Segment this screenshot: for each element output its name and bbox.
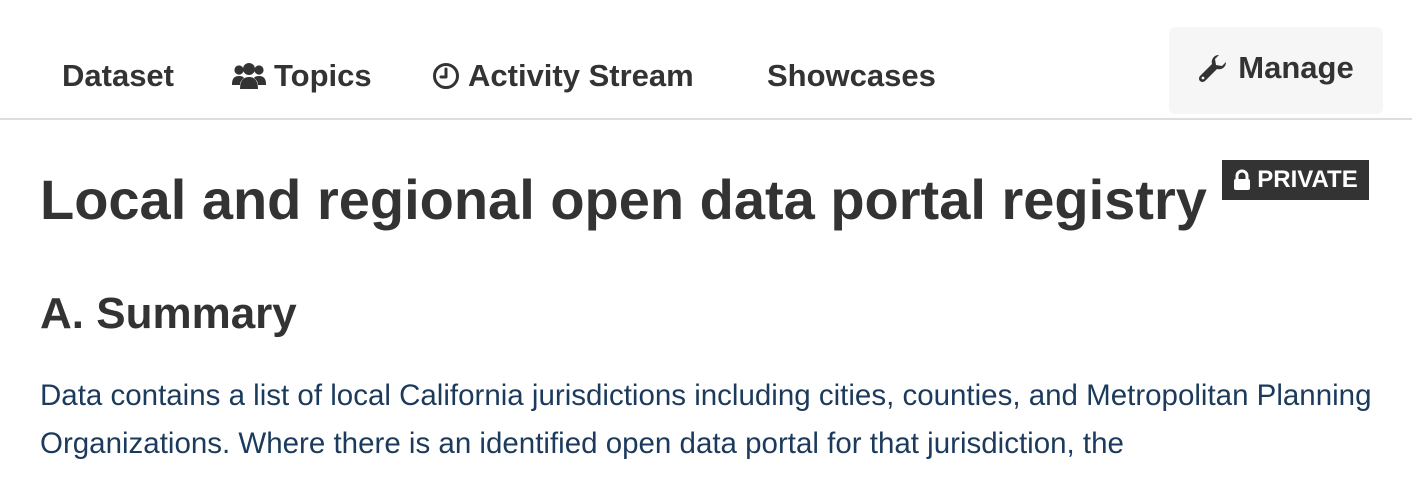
private-badge: PRIVATE: [1222, 160, 1369, 200]
tab-activity-stream-label: Activity Stream: [468, 58, 694, 93]
tab-showcases-label: Showcases: [767, 58, 936, 93]
lock-icon: [1233, 169, 1251, 191]
wrench-icon: [1198, 53, 1228, 83]
summary-heading: A. Summary: [40, 289, 297, 338]
tab-activity-stream[interactable]: Activity Stream: [432, 50, 694, 102]
manage-button-label: Manage: [1238, 49, 1354, 85]
tab-dataset-label: Dataset: [62, 58, 174, 93]
summary-text: Data contains a list of local California…: [40, 379, 1372, 460]
private-badge-label: PRIVATE: [1257, 166, 1358, 193]
manage-button[interactable]: Manage: [1169, 27, 1383, 114]
tab-dataset[interactable]: Dataset: [62, 50, 174, 102]
tab-showcases[interactable]: Showcases: [767, 50, 936, 102]
dataset-tab-bar: Dataset Topics Activity Stream Showcases…: [0, 0, 1412, 120]
tab-topics[interactable]: Topics: [232, 50, 372, 102]
page-title: Local and regional open data portal regi…: [40, 168, 1207, 231]
tab-topics-label: Topics: [274, 58, 372, 93]
users-icon: [232, 62, 266, 90]
clock-icon: [432, 62, 460, 90]
dataset-page: Dataset Topics Activity Stream Showcases…: [0, 0, 1412, 478]
